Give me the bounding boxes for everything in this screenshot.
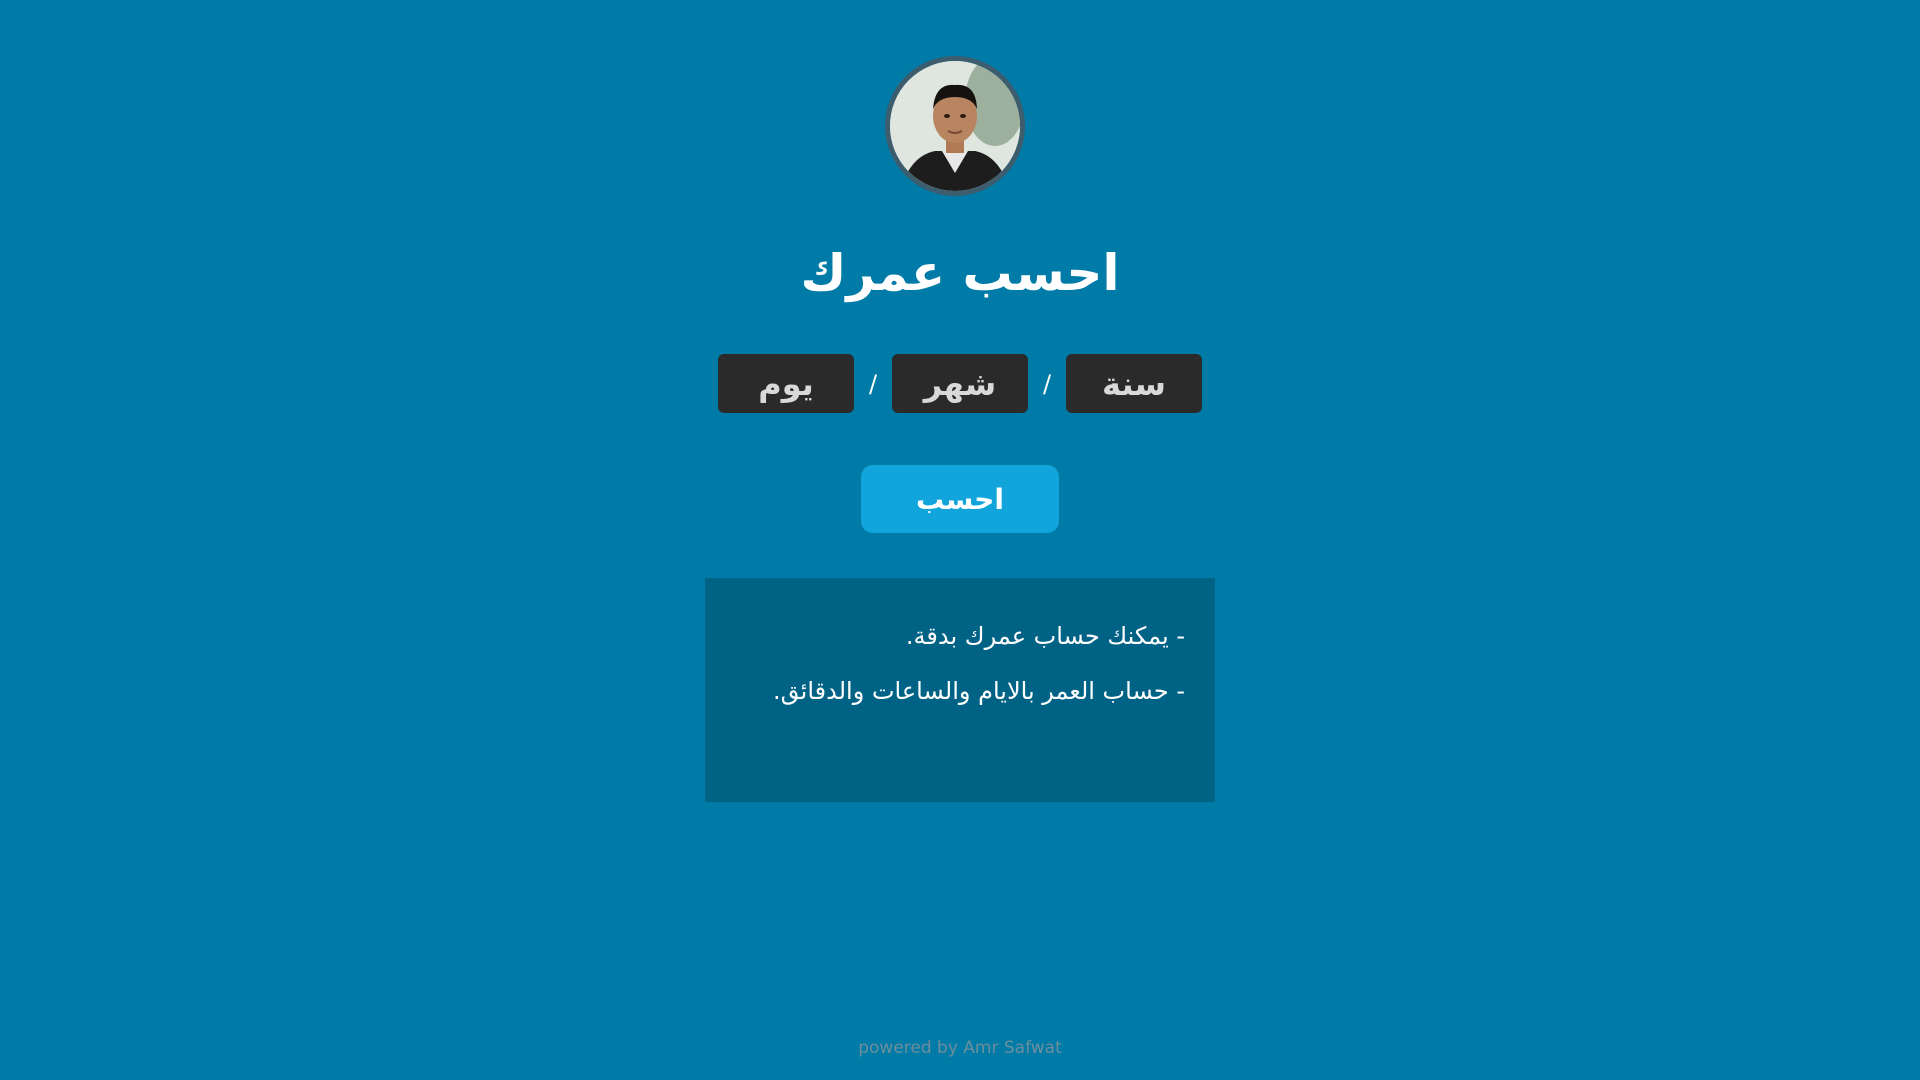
info-line: - يمكنك حساب عمرك بدقة. xyxy=(905,622,1185,650)
month-input[interactable]: شهر xyxy=(892,354,1028,413)
profile-photo-icon xyxy=(890,61,1020,191)
info-line: - حساب العمر بالايام والساعات والدقائق. xyxy=(773,677,1185,705)
day-input[interactable]: يوم xyxy=(718,354,854,413)
avatar xyxy=(885,56,1025,196)
year-input[interactable]: سنة xyxy=(1066,354,1202,413)
info-panel: - يمكنك حساب عمرك بدقة. - حساب العمر بال… xyxy=(705,578,1215,802)
date-separator: / xyxy=(868,369,878,398)
page-title: احسب عمرك xyxy=(800,244,1120,302)
birthdate-inputs: سنة / شهر / يوم xyxy=(718,354,1202,413)
date-separator: / xyxy=(1042,369,1052,398)
calculate-button[interactable]: احسب xyxy=(861,465,1059,533)
footer-credit: powered by Amr Safwat xyxy=(858,1038,1062,1058)
age-calculator-page: احسب عمرك سنة / شهر / يوم احسب - يمكنك ح… xyxy=(0,0,1920,1080)
